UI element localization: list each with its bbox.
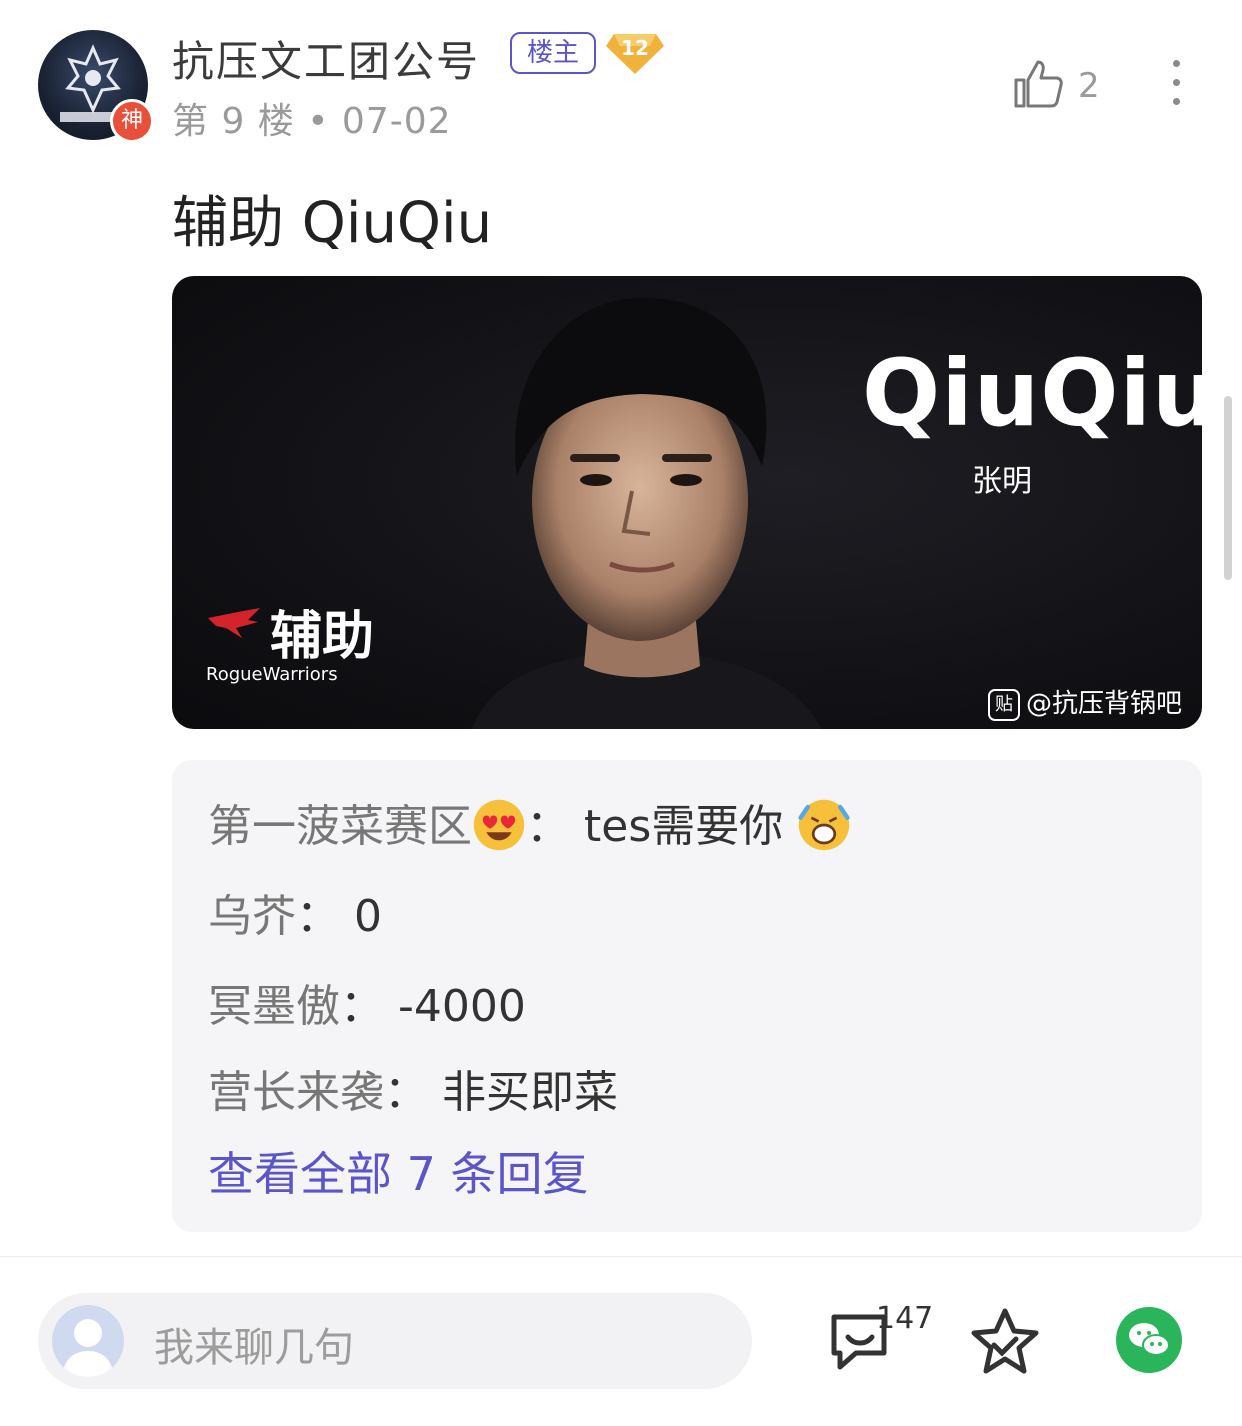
image-watermark: 贴 @抗压背锅吧 (988, 683, 1182, 721)
reply-content: -4000 (398, 981, 526, 1032)
bottom-bar: 我来聊几句 147 (0, 1256, 1242, 1426)
reply-content: tes需要你 (584, 801, 784, 852)
reply-item[interactable]: 第一菠菜赛区 ： tes需要你 (208, 790, 851, 856)
like-button[interactable]: 2 (1012, 58, 1112, 114)
reply-item[interactable]: 乌芥： 0 (208, 880, 382, 944)
heart-eyes-emoji-icon (473, 799, 525, 851)
wechat-share-button[interactable] (1116, 1307, 1182, 1373)
avatar-badge: 神 (110, 99, 154, 143)
tieba-icon: 贴 (988, 688, 1020, 721)
floor-date: 第 9 楼 • 07-02 (172, 101, 452, 142)
scrollbar[interactable] (1224, 396, 1232, 580)
owner-tag: 楼主 (510, 32, 596, 74)
reply-item[interactable]: 冥墨傲： -4000 (208, 970, 526, 1034)
comment-button[interactable]: 147 (826, 1301, 936, 1383)
team-name: RogueWarriors (206, 664, 338, 685)
like-count: 2 (1078, 66, 1100, 106)
team-logo-icon (208, 608, 260, 638)
wechat-icon (1129, 1323, 1170, 1356)
reply-author[interactable]: 冥墨傲 (208, 981, 340, 1032)
reply-content: 0 (354, 891, 382, 942)
user-avatar-icon (52, 1305, 124, 1377)
reply-item[interactable]: 营长来袭： 非买即菜 (208, 1056, 618, 1120)
comment-input[interactable]: 我来聊几句 (38, 1293, 752, 1389)
reply-content: 非买即菜 (442, 1067, 618, 1118)
reply-author[interactable]: 营长来袭 (208, 1067, 384, 1118)
post-text: 辅助 QiuQiu (172, 191, 493, 256)
level-badge: 12 (606, 30, 664, 76)
level-number: 12 (621, 36, 649, 60)
more-icon (1172, 60, 1180, 67)
comment-input-placeholder: 我来聊几句 (154, 1325, 354, 1371)
author-name[interactable]: 抗压文工团公号 (172, 28, 480, 89)
reply-author[interactable]: 第一菠菜赛区 (208, 801, 472, 852)
reply-author[interactable]: 乌芥 (208, 891, 296, 942)
star-icon (971, 1308, 1039, 1374)
player-real-name: 张明 (972, 464, 1032, 499)
view-all-replies-link[interactable]: 查看全部 7 条回复 (208, 1138, 589, 1204)
comment-count: 147 (876, 1301, 934, 1336)
watermark-text: @抗压背锅吧 (1026, 689, 1183, 719)
player-name: QiuQiu (862, 340, 1202, 447)
post-image[interactable]: QiuQiu 张明 辅助 RogueWarriors 贴 @抗压背锅吧 (172, 276, 1202, 729)
like-icon (1014, 60, 1063, 108)
crying-emoji-icon (798, 799, 850, 851)
replies-box: 第一菠菜赛区 ： tes需要你 乌芥： 0 冥墨傲： -4000 营长来袭： 非… (172, 760, 1202, 1232)
favorite-button[interactable] (968, 1305, 1042, 1379)
more-button[interactable] (1166, 60, 1186, 110)
role-label: 辅助 (270, 607, 375, 667)
